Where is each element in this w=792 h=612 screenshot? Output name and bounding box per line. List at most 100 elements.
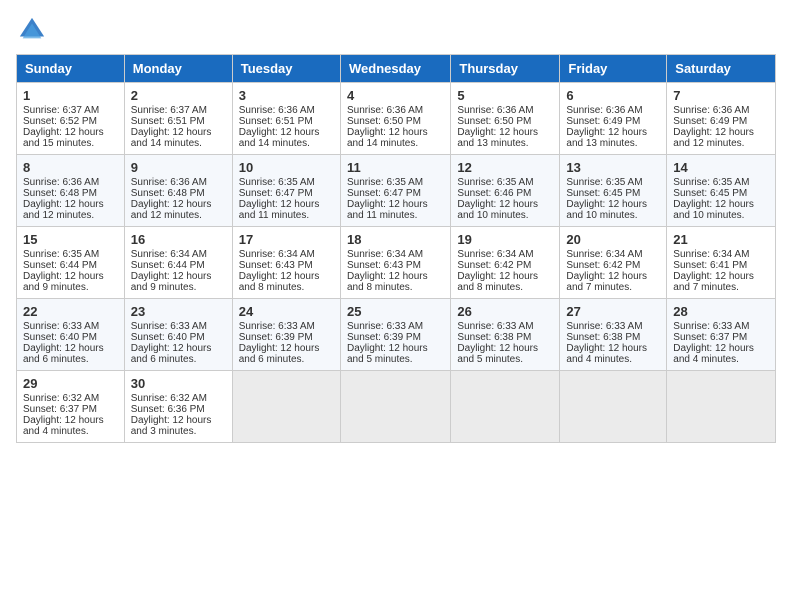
calendar-cell: [451, 371, 560, 443]
calendar-cell: 26Sunrise: 6:33 AMSunset: 6:38 PMDayligh…: [451, 299, 560, 371]
sunset: Sunset: 6:51 PM: [239, 116, 313, 127]
calendar-cell: 20 Sunrise: 6:34 AMSunset: 6:42 PMDayligh…: [560, 227, 667, 299]
sunset: Sunset: 6:51 PM: [131, 116, 205, 127]
sunset: Sunset: 6:39 PM: [347, 332, 421, 343]
sunset: Sunset: 6:37 PM: [23, 404, 97, 415]
sunset: Sunset: 6:37 PM: [673, 332, 747, 343]
calendar-cell: 2Sunrise: 6:37 AMSunset: 6:51 PMDaylight…: [124, 83, 232, 155]
sunset: Sunset: 6:49 PM: [673, 116, 747, 127]
calendar-cell: 13Sunrise: 6:35 AMSunset: 6:45 PMDayligh…: [560, 155, 667, 227]
daylight: Daylight: 12 hours and 3 minutes.: [131, 415, 212, 437]
calendar-week-5: 29 Sunrise: 6:32 AMSunset: 6:37 PM Dayligh…: [17, 371, 776, 443]
daylight: Daylight: 12 hours and 8 minutes.: [457, 271, 538, 293]
logo: [16, 16, 46, 44]
day-number: 19: [457, 232, 553, 247]
calendar-cell: [560, 371, 667, 443]
page-header: [16, 16, 776, 44]
sunset: Sunset: 6:50 PM: [457, 116, 531, 127]
day-number: 18: [347, 232, 444, 247]
sunrise: Sunrise: 6:35 AM: [239, 177, 315, 188]
calendar-cell: 12Sunrise: 6:35 AMSunset: 6:46 PMDayligh…: [451, 155, 560, 227]
sunset: Sunset: 6:44 PM: [131, 260, 205, 271]
calendar-header-row: SundayMondayTuesdayWednesdayThursdayFrid…: [17, 55, 776, 83]
day-number: 3: [239, 88, 334, 103]
daylight: Daylight: 12 hours and 11 minutes.: [347, 199, 428, 221]
calendar-cell: 7Sunrise: 6:36 AMSunset: 6:49 PMDaylight…: [667, 83, 776, 155]
calendar-cell: 17Sunrise: 6:34 AMSunset: 6:43 PMDayligh…: [232, 227, 340, 299]
daylight: Daylight: 12 hours and 12 minutes.: [131, 199, 212, 221]
sunrise: Sunrise: 6:34 AM: [673, 249, 749, 260]
daylight: Daylight: 12 hours and 15 minutes.: [23, 127, 104, 149]
calendar-cell: 19Sunrise: 6:34 AMSunset: 6:42 PMDayligh…: [451, 227, 560, 299]
calendar-cell: 22Sunrise: 6:33 AMSunset: 6:40 PMDayligh…: [17, 299, 125, 371]
sunset: Sunset: 6:47 PM: [347, 188, 421, 199]
day-number: 1: [23, 88, 118, 103]
sunrise: Sunrise: 6:34 AM: [131, 249, 207, 260]
sunrise: Sunrise: 6:36 AM: [673, 105, 749, 116]
sunset: Sunset: 6:50 PM: [347, 116, 421, 127]
daylight: Daylight: 12 hours and 11 minutes.: [239, 199, 320, 221]
day-number: 20: [566, 232, 660, 247]
day-number: 12: [457, 160, 553, 175]
calendar-cell: 23Sunrise: 6:33 AMSunset: 6:40 PMDayligh…: [124, 299, 232, 371]
sunset: Sunset: 6:45 PM: [673, 188, 747, 199]
day-number: 21: [673, 232, 769, 247]
sunrise: Sunrise: 6:35 AM: [457, 177, 533, 188]
calendar-week-1: 1Sunrise: 6:37 AMSunset: 6:52 PMDaylight…: [17, 83, 776, 155]
sunrise: Sunrise: 6:35 AM: [347, 177, 423, 188]
sunrise: Sunrise: 6:33 AM: [673, 321, 749, 332]
sunset: Sunset: 6:46 PM: [457, 188, 531, 199]
sunrise: Sunrise: 6:34 AM: [347, 249, 423, 260]
daylight: Daylight: 12 hours and 14 minutes.: [239, 127, 320, 149]
sunset: Sunset: 6:40 PM: [23, 332, 97, 343]
sunrise: Sunrise: 6:32 AM: [23, 393, 99, 404]
day-number: 29: [23, 376, 118, 391]
calendar: SundayMondayTuesdayWednesdayThursdayFrid…: [16, 54, 776, 443]
daylight: Daylight: 12 hours and 6 minutes.: [23, 343, 104, 365]
daylight: Daylight: 12 hours and 7 minutes.: [566, 271, 647, 293]
calendar-cell: 30Sunrise: 6:32 AMSunset: 6:36 PMDayligh…: [124, 371, 232, 443]
day-number: 5: [457, 88, 553, 103]
sunset: Sunset: 6:48 PM: [23, 188, 97, 199]
sunrise: Sunrise: 6:37 AM: [131, 105, 207, 116]
sunset: Sunset: 6:42 PM: [566, 260, 640, 271]
sunset: Sunset: 6:52 PM: [23, 116, 97, 127]
day-number: 8: [23, 160, 118, 175]
sunrise: Sunrise: 6:36 AM: [347, 105, 423, 116]
sunrise: Sunrise: 6:37 AM: [23, 105, 99, 116]
calendar-header-thursday: Thursday: [451, 55, 560, 83]
calendar-cell: [232, 371, 340, 443]
sunset: Sunset: 6:45 PM: [566, 188, 640, 199]
day-number: 23: [131, 304, 226, 319]
sunset: Sunset: 6:40 PM: [131, 332, 205, 343]
day-number: 16: [131, 232, 226, 247]
day-number: 4: [347, 88, 444, 103]
sunset: Sunset: 6:38 PM: [566, 332, 640, 343]
calendar-cell: 6Sunrise: 6:36 AMSunset: 6:49 PMDaylight…: [560, 83, 667, 155]
logo-icon: [18, 16, 46, 44]
daylight: Daylight: 12 hours and 14 minutes.: [131, 127, 212, 149]
calendar-cell: 16 Sunrise: 6:34 AMSunset: 6:44 PMDayligh…: [124, 227, 232, 299]
calendar-cell: [340, 371, 450, 443]
daylight: Daylight: 12 hours and 9 minutes.: [131, 271, 212, 293]
calendar-cell: 4Sunrise: 6:36 AMSunset: 6:50 PMDaylight…: [340, 83, 450, 155]
calendar-cell: 3 Sunrise: 6:36 AMSunset: 6:51 PMDaylight…: [232, 83, 340, 155]
calendar-week-3: 15Sunrise: 6:35 AMSunset: 6:44 PMDayligh…: [17, 227, 776, 299]
sunrise: Sunrise: 6:33 AM: [347, 321, 423, 332]
day-number: 15: [23, 232, 118, 247]
daylight: Daylight: 12 hours and 9 minutes.: [23, 271, 104, 293]
calendar-cell: 24Sunrise: 6:33 AMSunset: 6:39 PMDayligh…: [232, 299, 340, 371]
sunrise: Sunrise: 6:33 AM: [457, 321, 533, 332]
day-number: 11: [347, 160, 444, 175]
sunset: Sunset: 6:38 PM: [457, 332, 531, 343]
sunrise: Sunrise: 6:36 AM: [239, 105, 315, 116]
day-number: 30: [131, 376, 226, 391]
daylight: Daylight: 12 hours and 12 minutes.: [23, 199, 104, 221]
sunset: Sunset: 6:48 PM: [131, 188, 205, 199]
calendar-cell: 28Sunrise: 6:33 AMSunset: 6:37 PMDayligh…: [667, 299, 776, 371]
sunrise: Sunrise: 6:33 AM: [131, 321, 207, 332]
calendar-cell: [667, 371, 776, 443]
day-number: 13: [566, 160, 660, 175]
sunrise: Sunrise: 6:34 AM: [566, 249, 642, 260]
day-number: 26: [457, 304, 553, 319]
